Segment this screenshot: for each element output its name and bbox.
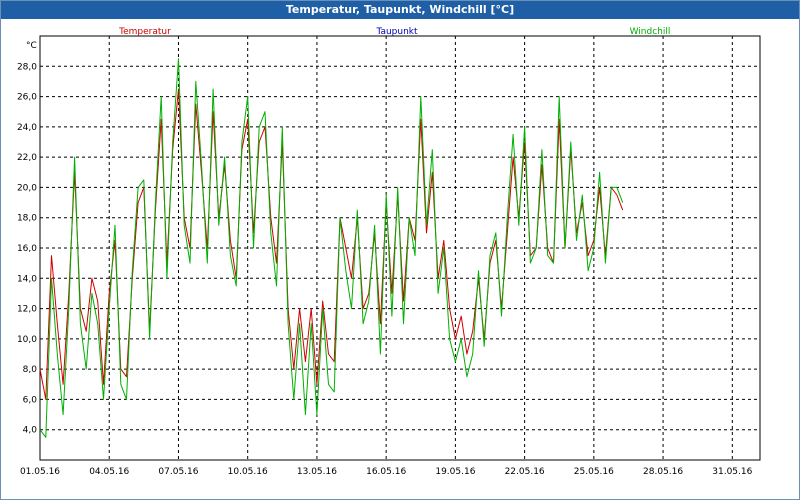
x-tick-label: 04.05.16 xyxy=(89,467,129,477)
x-tick-label: 01.05.16 xyxy=(20,467,60,477)
y-tick-label: 12,0 xyxy=(17,305,37,315)
y-tick-label: 20,0 xyxy=(17,183,37,193)
y-tick-label: 14,0 xyxy=(17,274,37,284)
x-tick-label: 25.05.16 xyxy=(574,467,614,477)
legend-taupunkt: Taupunkt xyxy=(375,27,418,37)
y-tick-label: 8,0 xyxy=(23,365,38,375)
y-tick-label: 26,0 xyxy=(17,93,37,103)
x-axis-ticks: 01.05.16 04.05.16 07.05.16 10.05.16 13.05.16… xyxy=(20,467,753,477)
x-tick-label: 16.05.16 xyxy=(366,467,406,477)
legend-windchill: Windchill xyxy=(630,27,671,37)
y-tick-label: 22,0 xyxy=(17,153,37,163)
y-tick-label: 16,0 xyxy=(17,244,37,254)
y-tick-label: 24,0 xyxy=(17,123,37,133)
y-tick-label: 4,0 xyxy=(23,426,38,436)
x-tick-label: 28.05.16 xyxy=(643,467,683,477)
y-unit-label: °C xyxy=(26,41,37,51)
x-tick-label: 31.05.16 xyxy=(712,467,752,477)
x-tick-label: 07.05.16 xyxy=(158,467,198,477)
legend-temperatur: Temperatur xyxy=(118,27,171,37)
y-tick-label: 6,0 xyxy=(23,395,38,405)
temperature-chart: 4,0 6,0 8,0 10,0 12,0 14,0 16,0 18,0 20,0 22,0 24,… xyxy=(17,27,761,477)
y-tick-label: 10,0 xyxy=(17,335,37,345)
x-tick-label: 19.05.16 xyxy=(435,467,475,477)
x-tick-label: 13.05.16 xyxy=(297,467,337,477)
y-tick-label: 28,0 xyxy=(17,62,37,72)
x-tick-label: 22.05.16 xyxy=(505,467,545,477)
y-axis-ticks: 4,0 6,0 8,0 10,0 12,0 14,0 16,0 18,0 20,0 22,0 24,… xyxy=(17,62,37,435)
y-tick-label: 18,0 xyxy=(17,214,37,224)
x-tick-label: 10.05.16 xyxy=(228,467,268,477)
